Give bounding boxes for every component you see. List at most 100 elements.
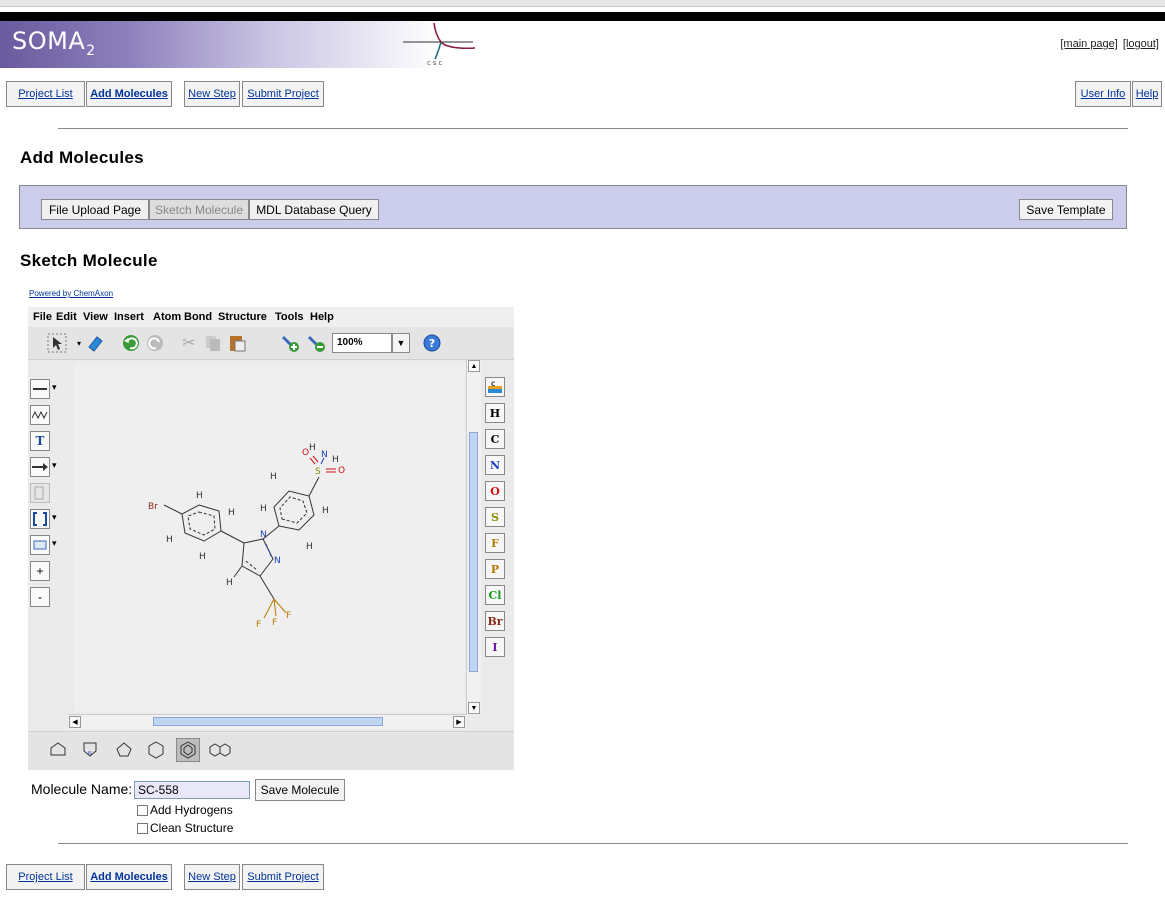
help-button[interactable]: Help — [1132, 81, 1162, 107]
vertical-scrollbar[interactable]: ▲ ▼ — [466, 360, 481, 715]
atom-label-h: H — [309, 443, 316, 453]
add-molecules-button[interactable]: Add Molecules — [86, 81, 172, 107]
atom-button-o[interactable]: O — [485, 481, 505, 501]
save-template-button[interactable]: Save Template — [1019, 199, 1113, 220]
single-bond-icon[interactable] — [30, 379, 50, 399]
atom-button-br[interactable]: Br — [485, 611, 505, 631]
tab-sketch-molecule[interactable]: Sketch Molecule — [149, 199, 249, 220]
zoom-in-icon[interactable] — [280, 332, 302, 354]
molecule-name-label: Molecule Name: — [31, 781, 133, 797]
arrow-icon[interactable] — [30, 457, 50, 477]
cut-icon[interactable]: ✂ — [178, 332, 200, 354]
menu-atom[interactable]: Atom — [153, 311, 181, 323]
cyclohexane-icon[interactable] — [144, 738, 168, 762]
user-info-button[interactable]: User Info — [1075, 81, 1131, 107]
menu-bond[interactable]: Bond — [184, 311, 212, 323]
svg-text:C: C — [491, 381, 496, 388]
bracket-dropdown-icon[interactable]: ▾ — [52, 512, 57, 523]
atom-label-h: H — [260, 504, 267, 514]
sketch-applet: File Edit View Insert Atom Bond Structur… — [28, 307, 514, 770]
atom-button-p[interactable]: P — [485, 559, 505, 579]
atom-button-n[interactable]: N — [485, 455, 505, 475]
submit-project-button[interactable]: Submit Project — [242, 81, 324, 107]
horizontal-scrollbar[interactable]: ◀ ▶ — [68, 714, 466, 729]
chain-icon[interactable] — [30, 405, 50, 425]
benzene-icon[interactable] — [176, 738, 200, 762]
top-links: [main page] [logout] — [1058, 38, 1159, 50]
rectangle-dropdown-icon[interactable]: ▾ — [52, 538, 57, 549]
logout-link[interactable]: [logout] — [1123, 38, 1159, 50]
menu-tools[interactable]: Tools — [275, 311, 304, 323]
save-molecule-button[interactable]: Save Molecule — [255, 779, 345, 801]
atom-button-c[interactable]: C — [485, 429, 505, 449]
add-hydrogens-checkbox[interactable] — [137, 805, 148, 816]
project-list-button[interactable]: Project List — [6, 81, 85, 107]
vertical-scroll-thumb[interactable] — [469, 432, 478, 672]
project-list-label: Project List — [18, 88, 73, 100]
tab-mdl-database-query[interactable]: MDL Database Query — [249, 199, 379, 220]
submit-project-label: Submit Project — [247, 871, 319, 883]
undo-icon[interactable] — [120, 332, 142, 354]
atom-button-i[interactable]: I — [485, 637, 505, 657]
soma-logo: SOMA2 — [12, 27, 95, 59]
drawing-canvas[interactable]: Br H H H H N N H F F F H H H H S O O H N… — [74, 363, 465, 711]
scroll-down-icon[interactable]: ▼ — [468, 702, 480, 714]
new-step-label: New Step — [188, 88, 236, 100]
periodic-table-icon[interactable]: C — [485, 377, 505, 397]
horizontal-scroll-thumb[interactable] — [153, 717, 383, 726]
scroll-right-icon[interactable]: ▶ — [453, 716, 465, 728]
add-molecules-button-bottom[interactable]: Add Molecules — [86, 864, 172, 890]
menu-insert[interactable]: Insert — [114, 311, 144, 323]
clean-structure-checkbox[interactable] — [137, 823, 148, 834]
page-title: Add Molecules — [20, 148, 144, 167]
main-page-link[interactable]: [main page] — [1060, 38, 1117, 50]
atom-button-h[interactable]: H — [485, 403, 505, 423]
chevron-down-icon[interactable]: ▼ — [392, 333, 410, 353]
pyrrole-icon[interactable]: N — [78, 738, 102, 762]
help-icon[interactable]: ? — [421, 332, 443, 354]
powered-by-link[interactable]: Powered by ChemAxon — [29, 289, 113, 298]
minus-charge-icon[interactable]: - — [30, 587, 50, 607]
tab-file-upload[interactable]: File Upload Page — [41, 199, 149, 220]
text-icon[interactable]: T — [30, 431, 50, 451]
menu-help[interactable]: Help — [310, 311, 334, 323]
plus-charge-icon[interactable]: + — [30, 561, 50, 581]
atom-button-s[interactable]: S — [485, 507, 505, 527]
rgroup-icon[interactable] — [30, 483, 50, 503]
bracket-icon[interactable] — [30, 509, 50, 529]
cyclopentane-icon[interactable] — [46, 738, 70, 762]
atom-label-n: N — [321, 450, 328, 460]
new-step-button-bottom[interactable]: New Step — [184, 864, 240, 890]
scroll-left-icon[interactable]: ◀ — [69, 716, 81, 728]
atom-button-cl[interactable]: Cl — [485, 585, 505, 605]
eraser-icon[interactable] — [84, 332, 106, 354]
select-arrow-icon[interactable] — [46, 332, 68, 354]
project-list-button-bottom[interactable]: Project List — [6, 864, 85, 890]
atom-label-h: H — [166, 535, 173, 545]
atom-label-n: N — [274, 556, 281, 566]
new-step-button[interactable]: New Step — [184, 81, 240, 107]
bond-dropdown-icon[interactable]: ▾ — [52, 382, 57, 393]
menu-view[interactable]: View — [83, 311, 108, 323]
naphthalene-icon[interactable] — [208, 738, 232, 762]
applet-menubar: File Edit View Insert Atom Bond Structur… — [28, 307, 514, 327]
copy-icon[interactable] — [202, 332, 224, 354]
arrow-dropdown-icon[interactable]: ▾ — [52, 460, 57, 471]
top-divider — [58, 128, 1128, 129]
menu-file[interactable]: File — [33, 311, 52, 323]
redo-icon[interactable] — [144, 332, 166, 354]
rectangle-icon[interactable] — [30, 535, 50, 555]
csc-logo-text: csc — [427, 59, 444, 67]
zoom-out-icon[interactable] — [306, 332, 328, 354]
zoom-select[interactable]: 100% — [332, 333, 392, 353]
paste-icon[interactable] — [226, 332, 248, 354]
header-black-bar — [0, 12, 1165, 21]
menu-structure[interactable]: Structure — [218, 311, 267, 323]
molecule-name-input[interactable]: SC-558 — [134, 781, 250, 799]
menu-edit[interactable]: Edit — [56, 311, 77, 323]
cyclopentane-alt-icon[interactable] — [112, 738, 136, 762]
atom-button-f[interactable]: F — [485, 533, 505, 553]
submit-project-label: Submit Project — [247, 88, 319, 100]
submit-project-button-bottom[interactable]: Submit Project — [242, 864, 324, 890]
scroll-up-icon[interactable]: ▲ — [468, 360, 480, 372]
